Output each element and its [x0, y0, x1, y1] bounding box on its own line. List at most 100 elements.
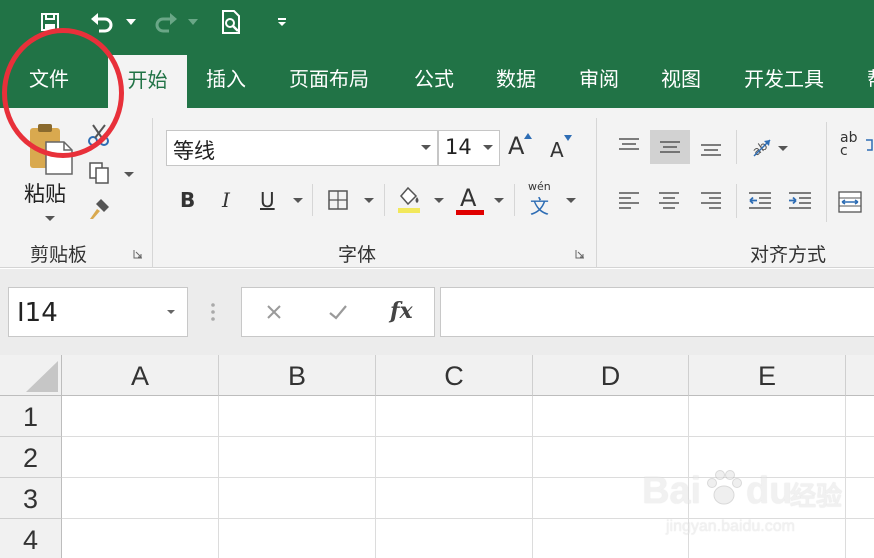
cell-e4[interactable] [689, 519, 846, 558]
undo-icon[interactable] [86, 8, 118, 36]
align-right-icon[interactable] [694, 184, 728, 218]
cell-f2[interactable] [846, 437, 874, 478]
align-middle-icon[interactable] [650, 130, 690, 164]
worksheet-grid: A B C D E 1 2 3 4 [0, 355, 874, 558]
orientation-dropdown-icon[interactable] [778, 146, 788, 151]
borders-dropdown-icon[interactable] [364, 198, 374, 203]
bold-button[interactable]: B [180, 188, 195, 212]
cell-e3[interactable] [689, 478, 846, 519]
align-left-icon[interactable] [612, 184, 646, 218]
print-preview-icon[interactable] [216, 8, 248, 36]
column-header-a[interactable]: A [62, 355, 219, 396]
cell-f1[interactable] [846, 396, 874, 437]
wrap-text-label-bottom: c [840, 143, 848, 159]
copy-icon[interactable] [86, 160, 112, 186]
tab-data[interactable]: 数据 [492, 50, 540, 108]
redo-icon[interactable] [150, 8, 182, 36]
paste-button[interactable]: 粘贴 [24, 178, 66, 208]
wrap-text-button[interactable]: ab c [840, 131, 857, 159]
cell-d4[interactable] [533, 519, 689, 558]
tab-help[interactable]: 帮 [863, 50, 874, 108]
copy-dropdown-icon[interactable] [124, 172, 134, 177]
font-color-button[interactable]: A [460, 184, 476, 212]
tab-insert[interactable]: 插入 [202, 50, 250, 108]
font-size-combo[interactable]: 14 [438, 130, 500, 166]
cell-d2[interactable] [533, 437, 689, 478]
row-header-3[interactable]: 3 [0, 478, 62, 519]
cell-c4[interactable] [376, 519, 533, 558]
customize-quick-access-icon[interactable] [274, 8, 290, 36]
cell-e2[interactable] [689, 437, 846, 478]
formula-input[interactable] [440, 287, 874, 337]
font-name-combo[interactable]: 等线 [166, 130, 438, 166]
tab-formulas[interactable]: 公式 [410, 50, 458, 108]
cell-d1[interactable] [533, 396, 689, 437]
font-size-dropdown[interactable] [477, 131, 499, 165]
cut-icon[interactable] [86, 122, 112, 148]
clipboard-launcher-icon[interactable] [132, 248, 144, 260]
tab-developer[interactable]: 开发工具 [740, 50, 828, 108]
merge-center-icon[interactable] [836, 188, 864, 216]
font-name-dropdown[interactable] [415, 131, 437, 165]
select-all-button[interactable] [0, 355, 62, 396]
column-header-b[interactable]: B [219, 355, 376, 396]
column-header-e[interactable]: E [689, 355, 846, 396]
tab-file[interactable]: 文件 [25, 50, 73, 108]
tab-review[interactable]: 审阅 [575, 50, 623, 108]
row-header-4[interactable]: 4 [0, 519, 62, 558]
align-bottom-icon[interactable] [694, 130, 728, 164]
cell-a1[interactable] [62, 396, 219, 437]
fill-color-dropdown-icon[interactable] [434, 198, 444, 203]
align-center-icon[interactable] [652, 184, 686, 218]
shrink-font-button[interactable]: A [550, 138, 564, 162]
save-icon[interactable] [36, 8, 64, 36]
cell-b4[interactable] [219, 519, 376, 558]
cell-c2[interactable] [376, 437, 533, 478]
grow-font-button[interactable]: A [508, 132, 524, 160]
cell-a3[interactable] [62, 478, 219, 519]
cell-f3[interactable] [846, 478, 874, 519]
phonetic-dropdown-icon[interactable] [566, 198, 576, 203]
borders-icon[interactable] [326, 188, 350, 212]
orientation-icon[interactable]: ab [746, 132, 776, 162]
increase-indent-icon[interactable] [784, 184, 816, 218]
tab-view[interactable]: 视图 [657, 50, 705, 108]
column-header-c[interactable]: C [376, 355, 533, 396]
cancel-icon[interactable] [262, 300, 286, 324]
check-icon[interactable] [326, 300, 350, 324]
underline-dropdown-icon[interactable] [293, 198, 303, 203]
cell-c1[interactable] [376, 396, 533, 437]
phonetic-guide-button[interactable]: 文 [530, 192, 549, 219]
cell-a4[interactable] [62, 519, 219, 558]
fill-color-icon[interactable] [396, 184, 422, 214]
column-header-d[interactable]: D [533, 355, 689, 396]
insert-function-button[interactable]: fx [390, 298, 413, 324]
underline-button[interactable]: U [260, 188, 275, 212]
name-box-dropdown-icon[interactable] [167, 310, 175, 314]
font-launcher-icon[interactable] [574, 248, 586, 260]
tab-page-layout[interactable]: 页面布局 [285, 50, 373, 108]
font-color-dropdown-icon[interactable] [494, 198, 504, 203]
cell-b2[interactable] [219, 437, 376, 478]
paste-icon[interactable] [26, 122, 74, 176]
cell-e1[interactable] [689, 396, 846, 437]
cell-a2[interactable] [62, 437, 219, 478]
align-top-icon[interactable] [612, 130, 646, 164]
paste-dropdown-icon[interactable] [45, 216, 55, 221]
cell-c3[interactable] [376, 478, 533, 519]
cell-d3[interactable] [533, 478, 689, 519]
undo-dropdown-icon[interactable] [124, 8, 138, 36]
tab-home[interactable]: 开始 [108, 55, 187, 108]
row-header-2[interactable]: 2 [0, 437, 62, 478]
formula-bar-grip-icon[interactable] [206, 299, 220, 325]
italic-button[interactable]: I [222, 188, 230, 212]
name-box[interactable]: I14 [8, 287, 188, 337]
cell-b1[interactable] [219, 396, 376, 437]
row-header-1[interactable]: 1 [0, 396, 62, 437]
redo-dropdown-icon[interactable] [186, 8, 200, 36]
column-header-partial[interactable] [846, 355, 874, 396]
cell-f4[interactable] [846, 519, 874, 558]
cell-b3[interactable] [219, 478, 376, 519]
decrease-indent-icon[interactable] [744, 184, 776, 218]
format-painter-icon[interactable] [86, 196, 114, 222]
